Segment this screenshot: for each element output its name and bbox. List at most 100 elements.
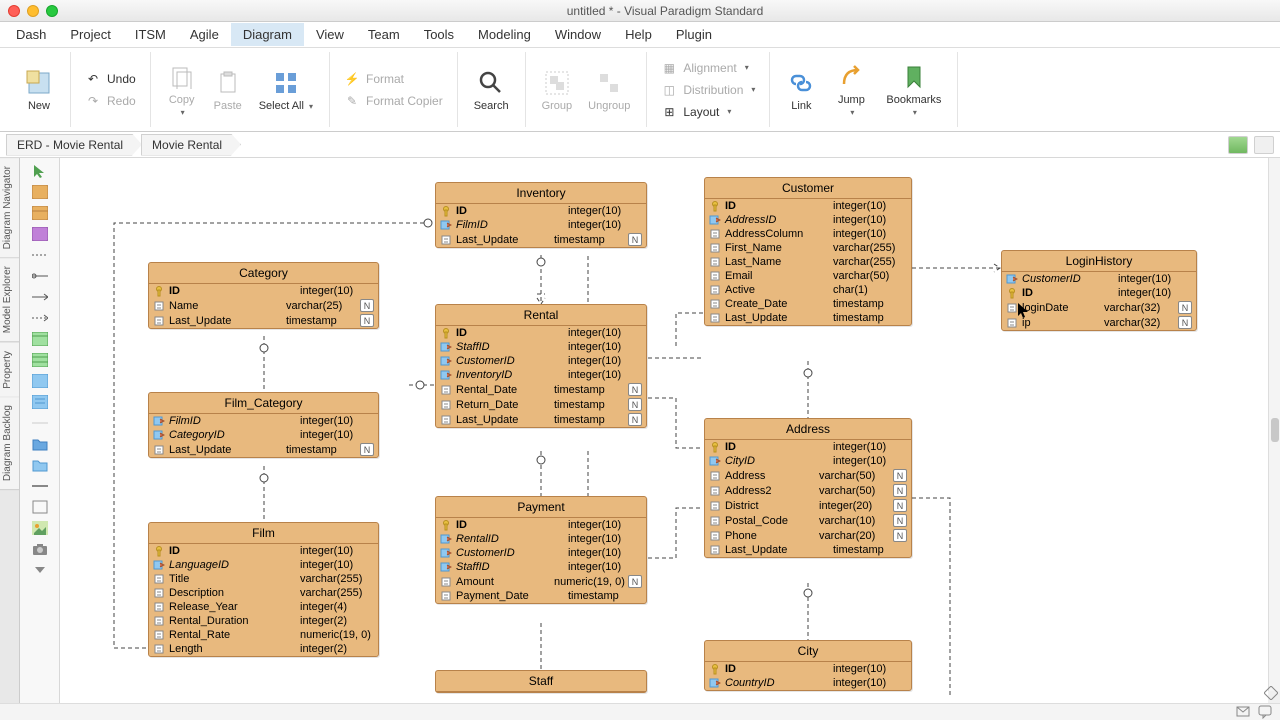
note-tool-icon[interactable]: [31, 393, 49, 411]
diagram-canvas[interactable]: InventoryIDinteger(10)FilmIDinteger(10)L…: [60, 158, 1268, 703]
proc-tool-icon[interactable]: [31, 372, 49, 390]
view-tool-icon[interactable]: [31, 225, 49, 243]
rail-tab-diagram-backlog[interactable]: Diagram Backlog: [0, 397, 19, 490]
format-copier-button[interactable]: ✎Format Copier: [340, 91, 447, 111]
entity-film_category[interactable]: Film_CategoryFilmIDinteger(10)CategoryID…: [148, 392, 379, 458]
menu-project[interactable]: Project: [58, 23, 122, 46]
resize-handle-icon[interactable]: [1264, 686, 1278, 700]
entity-rental[interactable]: RentalIDinteger(10)StaffIDinteger(10)Cus…: [435, 304, 647, 428]
entity-column[interactable]: Namevarchar(25)N: [149, 298, 378, 313]
entity-column[interactable]: StaffIDinteger(10): [436, 340, 646, 354]
camera-tool-icon[interactable]: [31, 540, 49, 558]
entity-column[interactable]: Last_UpdatetimestampN: [149, 442, 378, 457]
entity-category[interactable]: CategoryIDinteger(10)Namevarchar(25)NLas…: [148, 262, 379, 329]
entity-column[interactable]: CustomerIDinteger(10): [436, 354, 646, 368]
entity-column[interactable]: Create_Datetimestamp: [705, 297, 911, 311]
image-tool-icon[interactable]: [31, 519, 49, 537]
menu-tools[interactable]: Tools: [412, 23, 466, 46]
entity-column[interactable]: Amountnumeric(19, 0)N: [436, 574, 646, 589]
entity-city[interactable]: CityIDinteger(10)CountryIDinteger(10): [704, 640, 912, 691]
entity-address[interactable]: AddressIDinteger(10)CityIDinteger(10)Add…: [704, 418, 912, 558]
line2-tool-icon[interactable]: [31, 267, 49, 285]
entity2-tool-icon[interactable]: [31, 204, 49, 222]
flag-icon[interactable]: [1228, 136, 1248, 154]
entity-column[interactable]: IDinteger(10): [1002, 286, 1196, 300]
format-button[interactable]: ⚡Format: [340, 69, 447, 89]
layout-button[interactable]: ⊞Layout▾: [657, 102, 759, 122]
entity-column[interactable]: AddressIDinteger(10): [705, 213, 911, 227]
hline-tool-icon[interactable]: [31, 477, 49, 495]
entity-column[interactable]: IDinteger(10): [149, 284, 378, 298]
pointer-tool-icon[interactable]: [31, 162, 49, 180]
entity-column[interactable]: Emailvarchar(50): [705, 269, 911, 283]
menu-team[interactable]: Team: [356, 23, 412, 46]
entity-column[interactable]: Titlevarchar(255): [149, 572, 378, 586]
breadcrumb-item[interactable]: ERD - Movie Rental: [6, 134, 142, 156]
entity-column[interactable]: Postal_Codevarchar(10)N: [705, 513, 911, 528]
entity-loginhistory[interactable]: LoginHistoryCustomerIDinteger(10)IDinteg…: [1001, 250, 1197, 331]
entity-column[interactable]: Return_DatetimestampN: [436, 397, 646, 412]
entity-column[interactable]: loginDatevarchar(32)N: [1002, 300, 1196, 315]
entity-column[interactable]: Districtinteger(20)N: [705, 498, 911, 513]
entity-payment[interactable]: PaymentIDinteger(10)RentalIDinteger(10)C…: [435, 496, 647, 604]
redo-button[interactable]: ↷Redo: [81, 91, 140, 111]
entity-column[interactable]: Lengthinteger(2): [149, 642, 378, 656]
entity-column[interactable]: IDinteger(10): [149, 544, 378, 558]
entity-column[interactable]: Last_UpdatetimestampN: [436, 412, 646, 427]
line1-tool-icon[interactable]: [31, 246, 49, 264]
entity-staff[interactable]: Staff: [435, 670, 647, 693]
entity-column[interactable]: LanguageIDinteger(10): [149, 558, 378, 572]
maximize-window-icon[interactable]: [46, 5, 58, 17]
mail-icon[interactable]: [1236, 705, 1250, 719]
entity-tool-icon[interactable]: [31, 183, 49, 201]
entity-column[interactable]: First_Namevarchar(255): [705, 241, 911, 255]
line3-tool-icon[interactable]: [31, 288, 49, 306]
entity-column[interactable]: IDinteger(10): [436, 326, 646, 340]
entity-film[interactable]: FilmIDinteger(10)LanguageIDinteger(10)Ti…: [148, 522, 379, 657]
line4-tool-icon[interactable]: [31, 309, 49, 327]
bookmarks-button[interactable]: Bookmarks▾: [880, 60, 947, 119]
entity-column[interactable]: Descriptionvarchar(255): [149, 586, 378, 600]
entity-column[interactable]: Address2varchar(50)N: [705, 483, 911, 498]
group-button[interactable]: Group: [536, 66, 579, 114]
table2-tool-icon[interactable]: [31, 351, 49, 369]
entity-column[interactable]: IDinteger(10): [436, 518, 646, 532]
entity-column[interactable]: InventoryIDinteger(10): [436, 368, 646, 382]
alignment-button[interactable]: ▦Alignment▾: [657, 58, 759, 78]
rail-tab-model-explorer[interactable]: Model Explorer: [0, 258, 19, 342]
entity-column[interactable]: IDinteger(10): [705, 199, 911, 213]
entity-column[interactable]: FilmIDinteger(10): [149, 414, 378, 428]
entity-column[interactable]: Payment_Datetimestamp: [436, 589, 646, 603]
menu-diagram[interactable]: Diagram: [231, 23, 304, 46]
table-tool-icon[interactable]: [31, 330, 49, 348]
distribution-button[interactable]: ◫Distribution▾: [657, 80, 759, 100]
entity-column[interactable]: CityIDinteger(10): [705, 454, 911, 468]
entity-column[interactable]: Last_Updatetimestamp: [705, 311, 911, 325]
menu-agile[interactable]: Agile: [178, 23, 231, 46]
menu-view[interactable]: View: [304, 23, 356, 46]
link-button[interactable]: Link: [780, 66, 822, 114]
folder2-tool-icon[interactable]: [31, 456, 49, 474]
breadcrumb-item[interactable]: Movie Rental: [141, 134, 241, 156]
more-tool-icon[interactable]: [31, 561, 49, 579]
menu-dash[interactable]: Dash: [4, 23, 58, 46]
entity-column[interactable]: Last_Updatetimestamp: [705, 543, 911, 557]
menu-modeling[interactable]: Modeling: [466, 23, 543, 46]
chat-icon[interactable]: [1258, 705, 1272, 719]
search-button[interactable]: Search: [468, 66, 515, 114]
folder-tool-icon[interactable]: [31, 435, 49, 453]
entity-column[interactable]: Rental_DatetimestampN: [436, 382, 646, 397]
entity-column[interactable]: RentalIDinteger(10): [436, 532, 646, 546]
entity-column[interactable]: Last_UpdatetimestampN: [149, 313, 378, 328]
entity-column[interactable]: Rental_Ratenumeric(19, 0): [149, 628, 378, 642]
entity-column[interactable]: CategoryIDinteger(10): [149, 428, 378, 442]
scrollbar-thumb[interactable]: [1271, 418, 1279, 442]
entity-column[interactable]: FilmIDinteger(10): [436, 218, 646, 232]
paste-button[interactable]: Paste: [207, 66, 249, 114]
entity-column[interactable]: Release_Yearinteger(4): [149, 600, 378, 614]
entity-customer[interactable]: CustomerIDinteger(10)AddressIDinteger(10…: [704, 177, 912, 326]
entity-column[interactable]: IDinteger(10): [436, 204, 646, 218]
entity-inventory[interactable]: InventoryIDinteger(10)FilmIDinteger(10)L…: [435, 182, 647, 248]
entity-column[interactable]: Rental_Durationinteger(2): [149, 614, 378, 628]
entity-column[interactable]: Last_UpdatetimestampN: [436, 232, 646, 247]
